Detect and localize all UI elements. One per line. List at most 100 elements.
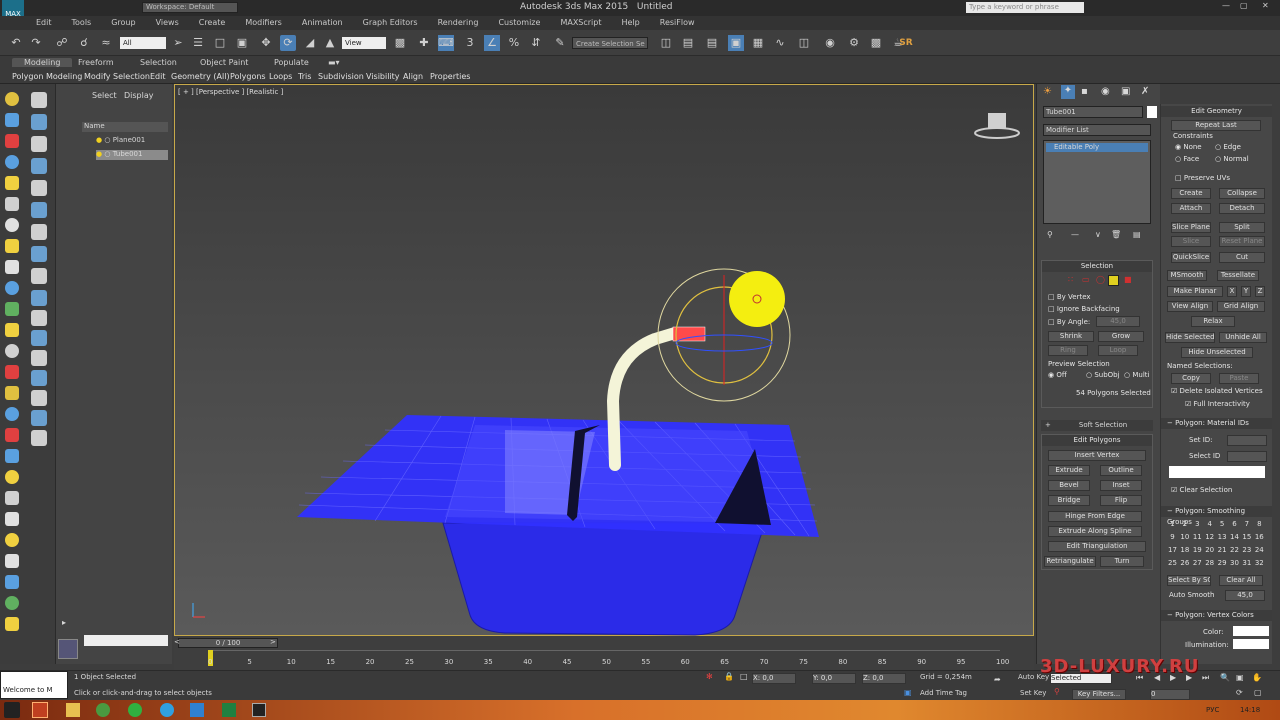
- spacewarp-icon[interactable]: [5, 365, 19, 379]
- app-icon[interactable]: [128, 703, 142, 717]
- menu-item-modifiers[interactable]: Modifiers: [235, 16, 292, 30]
- scale-icon[interactable]: [5, 260, 19, 274]
- auto-smooth-spinner[interactable]: 45,0: [1225, 590, 1265, 601]
- smoothing-group-10-button[interactable]: 10: [1179, 533, 1190, 541]
- scene-tool-12-icon[interactable]: [31, 330, 47, 346]
- spinner-snap-icon[interactable]: ⇵: [528, 35, 544, 51]
- scene-tool-7-icon[interactable]: [31, 224, 47, 240]
- smoothing-group-29-button[interactable]: 29: [1217, 559, 1228, 567]
- select-object-icon[interactable]: ➢: [170, 35, 186, 51]
- relax-button[interactable]: Relax: [1191, 316, 1235, 327]
- hinge-button[interactable]: Hinge From Edge: [1048, 511, 1142, 522]
- teapot-icon[interactable]: [5, 92, 19, 106]
- vertex-color-swatch[interactable]: [1233, 626, 1269, 636]
- move-icon[interactable]: [5, 218, 19, 232]
- time-tag-icon[interactable]: ▣: [904, 688, 912, 697]
- scene-tool-11-icon[interactable]: [31, 310, 47, 326]
- edge-icon[interactable]: ▭: [1082, 275, 1090, 284]
- rotate-icon[interactable]: [5, 239, 19, 253]
- move-icon[interactable]: ✥: [258, 35, 274, 51]
- object-icon[interactable]: [5, 197, 19, 211]
- object-color-swatch[interactable]: [1147, 106, 1157, 118]
- link-icon[interactable]: ☍: [54, 35, 70, 51]
- insert-vertex-button[interactable]: Insert Vertex: [1048, 450, 1146, 461]
- scene-tab-select[interactable]: Select: [92, 91, 117, 100]
- pin-stack-icon[interactable]: ⚲: [1047, 230, 1053, 239]
- ignore-backfacing-checkbox[interactable]: □ Ignore Backfacing: [1048, 305, 1120, 313]
- delete-isolated-checkbox[interactable]: ☑ Delete Isolated Vertices: [1171, 387, 1263, 395]
- search-input[interactable]: Type a keyword or phrase: [966, 2, 1084, 13]
- light-icon[interactable]: [5, 323, 19, 337]
- edit-triangulation-button[interactable]: Edit Triangulation: [1048, 541, 1146, 552]
- align-icon[interactable]: ▤: [680, 35, 696, 51]
- planar-z-button[interactable]: Z: [1255, 286, 1265, 297]
- select-id-label[interactable]: Select ID: [1189, 452, 1220, 460]
- detach-button[interactable]: Detach: [1219, 203, 1265, 214]
- show-end-result-icon[interactable]: —: [1071, 230, 1079, 239]
- preserve-uvs-checkbox[interactable]: □ Preserve UVs: [1175, 174, 1230, 182]
- display-tab-icon[interactable]: ▣: [1121, 86, 1130, 97]
- stack-item-editable-poly[interactable]: Editable Poly: [1046, 143, 1148, 152]
- constraint-edge-radio[interactable]: ○ Edge: [1215, 143, 1241, 151]
- smoothing-group-11-button[interactable]: 11: [1192, 533, 1203, 541]
- create-tab-icon[interactable]: ☀: [1043, 86, 1052, 97]
- select-by-name-icon[interactable]: ☰: [190, 35, 206, 51]
- rendered-frame-icon[interactable]: ▩: [868, 35, 884, 51]
- rect-selection-icon[interactable]: □: [212, 35, 228, 51]
- rotate-icon[interactable]: ⟳: [280, 35, 296, 51]
- scene-tab-display[interactable]: Display: [124, 91, 154, 100]
- smoothing-group-13-button[interactable]: 13: [1217, 533, 1228, 541]
- ribbon-sub-visibility[interactable]: Visibility: [366, 72, 400, 81]
- ribbon-sub-tris[interactable]: Tris: [298, 72, 311, 81]
- menu-item-help[interactable]: Help: [612, 16, 650, 30]
- create-button[interactable]: Create: [1171, 188, 1211, 199]
- smoothing-group-24-button[interactable]: 24: [1254, 546, 1265, 554]
- preview-multi-radio[interactable]: ○ Multi: [1124, 371, 1149, 379]
- skype-icon[interactable]: [160, 703, 174, 717]
- lock-selection-icon[interactable]: 🔒: [724, 672, 734, 681]
- scene-tool-4-icon[interactable]: [31, 158, 47, 174]
- geosphere-icon[interactable]: [5, 554, 19, 568]
- maxscript-listener[interactable]: Welcome to M: [0, 671, 68, 699]
- menu-item-maxscript[interactable]: MAXScript: [550, 16, 611, 30]
- tessellate-button[interactable]: Tessellate: [1217, 270, 1259, 281]
- y-coordinate-field[interactable]: Y: 0,0: [812, 673, 856, 684]
- cone-icon[interactable]: [5, 470, 19, 484]
- ribbon-tab-selection[interactable]: Selection: [140, 58, 177, 67]
- configure-sets-icon[interactable]: ▤: [1133, 230, 1141, 239]
- menu-item-rendering[interactable]: Rendering: [428, 16, 489, 30]
- layers-icon[interactable]: [5, 176, 19, 190]
- flip-button[interactable]: Flip: [1100, 495, 1142, 506]
- constraint-normal-radio[interactable]: ○ Normal: [1215, 155, 1249, 163]
- modify-tab-icon[interactable]: ✦: [1061, 85, 1075, 99]
- constraint-none-radio[interactable]: ◉ None: [1175, 143, 1202, 151]
- cut-button[interactable]: Cut: [1219, 252, 1265, 263]
- link-icon[interactable]: [5, 281, 19, 295]
- select-id-spinner[interactable]: [1227, 451, 1267, 462]
- ribbon-sub-edit[interactable]: Edit: [150, 72, 166, 81]
- cylinder-icon[interactable]: [5, 449, 19, 463]
- current-frame-field[interactable]: 0: [1150, 689, 1190, 700]
- smoothing-group-1-button[interactable]: 1: [1167, 520, 1178, 528]
- soft-selection-rollout[interactable]: + Soft Selection: [1041, 420, 1153, 431]
- full-interactivity-checkbox[interactable]: ☑ Full Interactivity: [1185, 400, 1250, 408]
- reset-plane-button[interactable]: Reset Plane: [1219, 236, 1265, 247]
- preview-off-radio[interactable]: ◉ Off: [1048, 371, 1067, 379]
- plane-icon[interactable]: [5, 533, 19, 547]
- scene-tool-2-icon[interactable]: [31, 114, 47, 130]
- max-task-icon[interactable]: [32, 702, 48, 718]
- layer-explorer-icon[interactable]: ▤: [704, 35, 720, 51]
- eye-icon[interactable]: ○: [104, 136, 110, 144]
- chrome-icon[interactable]: [96, 703, 110, 717]
- zoom-all-icon[interactable]: ▣: [1236, 673, 1244, 682]
- tube-icon[interactable]: [5, 575, 19, 589]
- attach-button[interactable]: Attach: [1171, 203, 1211, 214]
- unlink-icon[interactable]: ☌: [76, 35, 92, 51]
- smoothing-group-23-button[interactable]: 23: [1241, 546, 1252, 554]
- menu-item-tools[interactable]: Tools: [62, 16, 102, 30]
- grow-button[interactable]: Grow: [1098, 331, 1144, 342]
- minimize-icon[interactable]: —: [1222, 1, 1230, 10]
- scene-tool-6-icon[interactable]: [31, 202, 47, 218]
- vertex-icon[interactable]: ∷: [1068, 275, 1073, 284]
- schematic-view-icon[interactable]: ◫: [796, 35, 812, 51]
